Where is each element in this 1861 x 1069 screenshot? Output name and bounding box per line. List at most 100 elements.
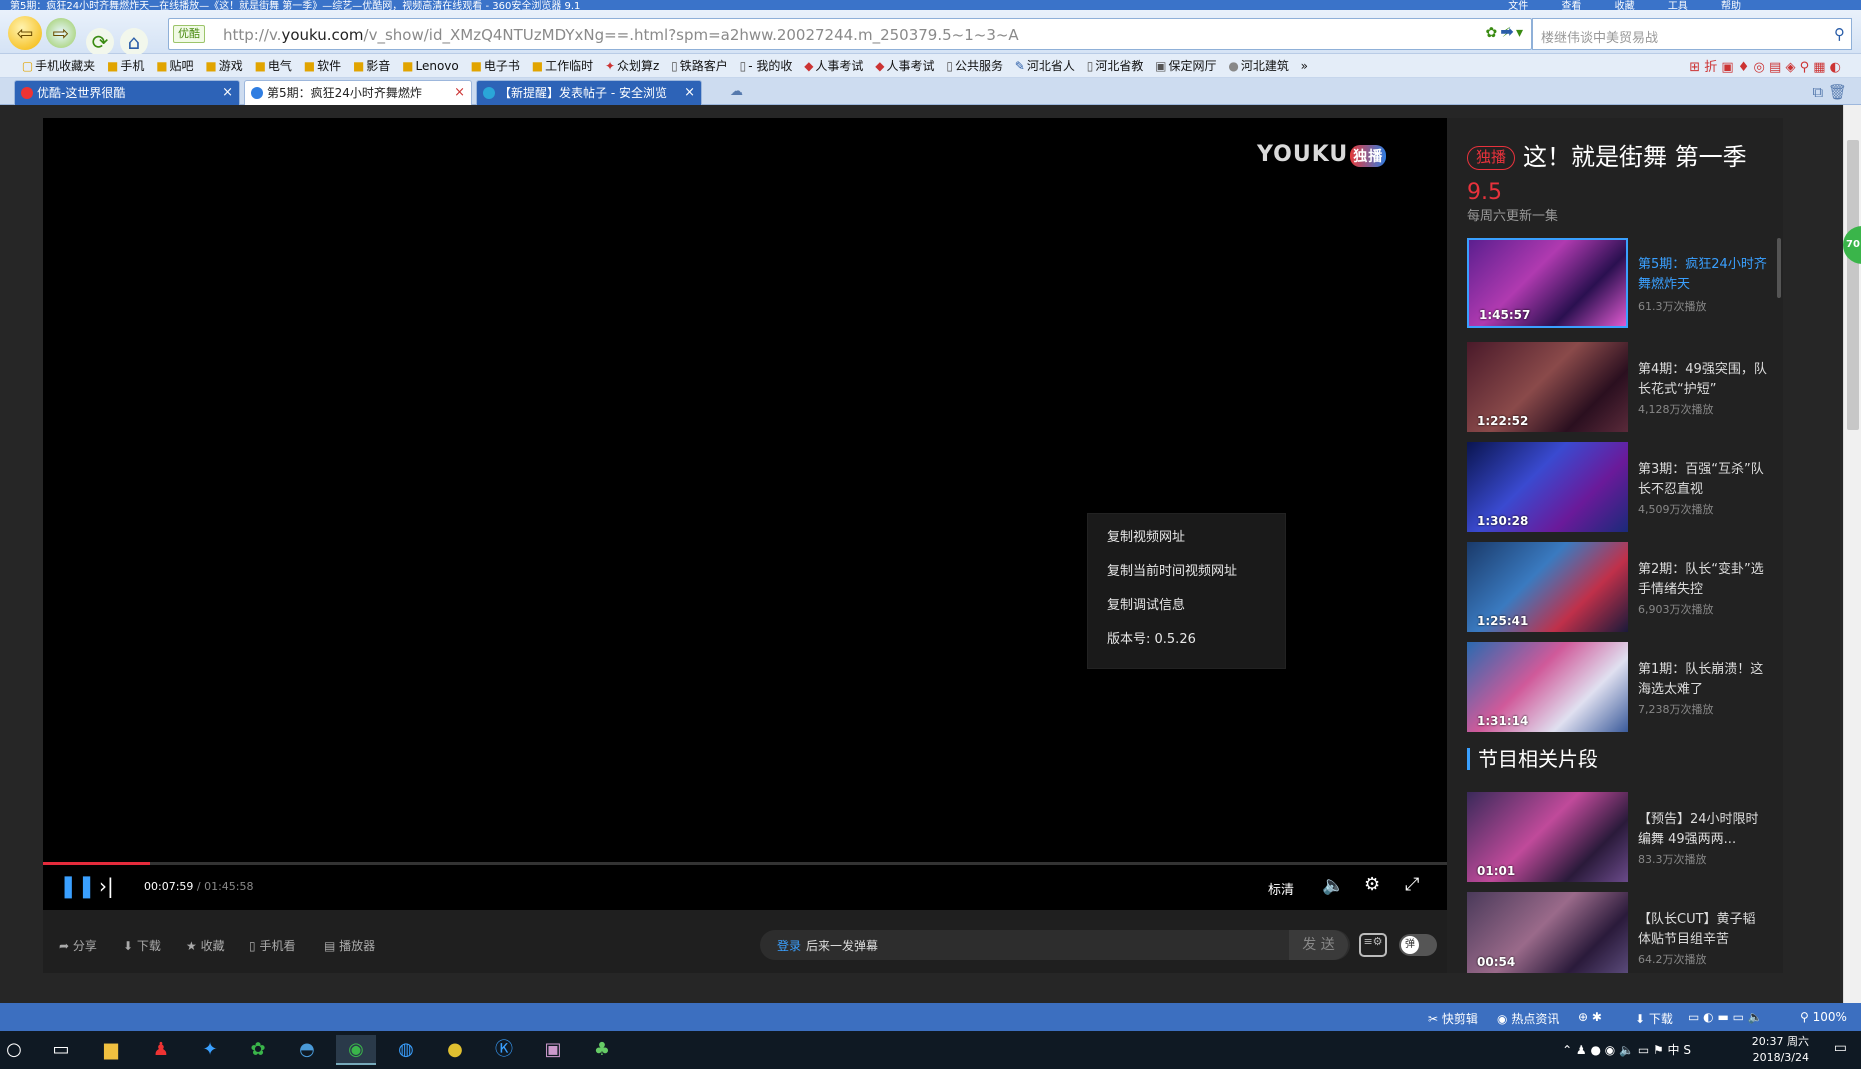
- update-schedule: 每周六更新一集: [1467, 209, 1559, 224]
- qq-icon[interactable]: ♟: [141, 1035, 181, 1065]
- trash-icon[interactable]: 🗑: [1828, 83, 1847, 101]
- volume-icon[interactable]: 🔈: [1322, 875, 1344, 896]
- sidebar-scrollbar[interactable]: [1777, 238, 1781, 298]
- bookmark-item[interactable]: ■ 游戏: [205, 54, 242, 77]
- menu-tools[interactable]: 工具: [1668, 1, 1688, 10]
- file-explorer-icon[interactable]: ▆: [91, 1035, 131, 1065]
- search-box[interactable]: 楼继伟谈中美贸易战 ⚲: [1532, 18, 1852, 50]
- show-name[interactable]: 这！就是街舞 第一季: [1523, 143, 1747, 171]
- system-clock[interactable]: 20:37 周六 2018/3/24: [1752, 1034, 1809, 1066]
- menu-view[interactable]: 查看: [1561, 1, 1581, 10]
- bookmark-item[interactable]: ▢ 手机收藏夹: [22, 54, 95, 77]
- bookmark-item[interactable]: ■ 电气: [255, 54, 292, 77]
- notification-icon[interactable]: ▭: [1834, 1040, 1847, 1056]
- bookmark-item[interactable]: ▣ 保定网厅: [1155, 54, 1216, 77]
- menu-copy-debug-info[interactable]: 复制调试信息: [1088, 589, 1285, 623]
- app-game-icon[interactable]: ▣: [533, 1035, 573, 1065]
- app-k-icon[interactable]: Ⓚ: [484, 1035, 524, 1065]
- bookmark-item[interactable]: ▯ 公共服务: [946, 54, 1003, 77]
- bookmark-item[interactable]: ▯ 河北省教: [1087, 54, 1144, 77]
- close-tab-icon[interactable]: ×: [454, 81, 465, 105]
- search-icon[interactable]: ⚲: [1834, 25, 1845, 43]
- danmu-input[interactable]: 登录 后来一发弹幕: [760, 930, 1350, 960]
- bookmark-item[interactable]: ■ 电子书: [471, 54, 520, 77]
- bookmarks-more-icon[interactable]: »: [1301, 54, 1308, 77]
- episode-item[interactable]: 1:30:28 第3期：百强“互杀”队长不忍直视 4,509万次播放: [1467, 442, 1777, 532]
- bookmark-item[interactable]: ◆ 人事考试: [875, 54, 934, 77]
- login-link[interactable]: 登录: [777, 937, 801, 954]
- player-app-button[interactable]: ▤ 播放器: [324, 937, 375, 954]
- bookmark-item[interactable]: ■ 手机: [107, 54, 144, 77]
- status-misc-icons[interactable]: ▭ ◐ ▬ ▭ 🔈: [1688, 1010, 1763, 1024]
- restore-tabs-icon[interactable]: ⧉: [1812, 83, 1823, 101]
- menu-copy-time-url[interactable]: 复制当前时间视频网址: [1088, 555, 1285, 589]
- menu-file[interactable]: 文件: [1508, 1, 1528, 10]
- app-q-icon[interactable]: ◍: [386, 1035, 426, 1065]
- close-tab-icon[interactable]: ×: [684, 81, 695, 105]
- forward-button[interactable]: ⇨: [46, 18, 76, 48]
- app-network-icon[interactable]: ♣: [582, 1035, 622, 1065]
- address-url[interactable]: http://v.youku.com/v_show/id_XMzQ4NTUzMD…: [223, 26, 1019, 44]
- episode-item[interactable]: 1:31:14 第1期：队长崩溃！这海选太难了 7,238万次播放: [1467, 642, 1777, 732]
- bookmark-item[interactable]: ● 河北建筑: [1228, 54, 1289, 77]
- back-button[interactable]: ⇦: [8, 16, 42, 50]
- browser-360-icon[interactable]: ◉: [336, 1035, 376, 1065]
- bookmark-item[interactable]: ■ 工作临时: [532, 54, 593, 77]
- episode-item[interactable]: 1:45:57 第5期：疯狂24小时齐舞燃炸天 61.3万次播放: [1467, 238, 1777, 328]
- app-bird-icon[interactable]: ◓: [287, 1035, 327, 1065]
- bookmark-item[interactable]: ◆ 人事考试: [804, 54, 863, 77]
- clip-item[interactable]: 00:54 【队长CUT】黄子韬体贴节目组辛苦 64.2万次播放: [1467, 892, 1777, 973]
- download-button[interactable]: ⬇ 下载: [123, 937, 161, 954]
- share-button[interactable]: ➦ 分享: [59, 937, 97, 954]
- bookmark-item[interactable]: ✦ 众划算z: [605, 54, 659, 77]
- clip-item[interactable]: 01:01 【预告】24小时限时编舞 49强两两... 83.3万次播放: [1467, 792, 1777, 882]
- favorite-button[interactable]: ★ 收藏: [186, 937, 225, 954]
- bookmark-item[interactable]: ■ 贴吧: [156, 54, 193, 77]
- app-ball-icon[interactable]: ●: [435, 1035, 475, 1065]
- danmu-toggle[interactable]: 弹: [1399, 934, 1437, 956]
- status-zoom[interactable]: ⚲ 100%: [1800, 1010, 1847, 1024]
- fullscreen-icon[interactable]: ⤢: [1405, 874, 1419, 895]
- home-button[interactable]: ⌂: [120, 28, 148, 56]
- address-bar[interactable]: 优酷 http://v.youku.com/v_show/id_XMzQ4NTU…: [168, 18, 1532, 50]
- wechat-icon[interactable]: ✿: [238, 1035, 278, 1065]
- menu-help[interactable]: 帮助: [1721, 1, 1741, 10]
- episode-item[interactable]: 1:22:52 第4期：49强突围，队长花式“护短” 4,128万次播放: [1467, 342, 1777, 432]
- bookmark-item[interactable]: ■ Lenovo: [402, 54, 459, 77]
- scrollbar-thumb[interactable]: [1847, 140, 1859, 430]
- app-star-icon[interactable]: ✦: [190, 1035, 230, 1065]
- episode-item[interactable]: 1:25:41 第2期：队长“变卦”选手情绪失控 6,903万次播放: [1467, 542, 1777, 632]
- pause-icon[interactable]: ❚❚: [59, 874, 96, 899]
- refresh-button[interactable]: ⟳: [86, 28, 114, 56]
- send-danmu-button[interactable]: 发 送: [1289, 930, 1348, 960]
- tab-forum-post[interactable]: 【新提醒】发表帖子 - 安全浏览 ×: [476, 80, 702, 105]
- logo-text: YOUKU: [1257, 142, 1349, 167]
- status-quick-edit[interactable]: ✂ 快剪辑: [1428, 1010, 1478, 1027]
- cortana-icon[interactable]: ○: [0, 1035, 34, 1065]
- go-button[interactable]: ➡: [1492, 22, 1522, 46]
- task-view-icon[interactable]: ▭: [41, 1035, 81, 1065]
- next-icon[interactable]: ›|: [99, 874, 114, 898]
- bookmark-item[interactable]: ✎ 河北省人: [1015, 54, 1075, 77]
- status-download[interactable]: ⬇ 下载: [1635, 1010, 1673, 1027]
- bookmark-item[interactable]: ■ 影音: [353, 54, 390, 77]
- status-tool-icons[interactable]: ⊕ ✱: [1578, 1010, 1602, 1024]
- zoom-icon: ⚲: [1800, 1010, 1809, 1024]
- danmu-settings-icon[interactable]: ≡⚙: [1359, 933, 1387, 957]
- tab-youku-home[interactable]: 优酷-这世界很酷 ×: [14, 80, 240, 105]
- extension-icons[interactable]: ⊞ 折 ▣ ♦ ◎ ▤ ◈ ⚲ ▦ ◐: [1689, 56, 1841, 75]
- new-tab-icon[interactable]: ☁: [730, 84, 743, 99]
- close-tab-icon[interactable]: ×: [222, 81, 233, 105]
- system-tray[interactable]: ⌃ ♟ ● ◉ 🔈 ▭ ⚑ 中 S: [1562, 1041, 1691, 1058]
- quality-button[interactable]: 标清: [1268, 879, 1294, 898]
- menu-favorites[interactable]: 收藏: [1615, 1, 1635, 10]
- bookmark-item[interactable]: ▯ - 我的收: [740, 54, 793, 77]
- menu-copy-video-url[interactable]: 复制视频网址: [1088, 521, 1285, 555]
- status-hot-news[interactable]: ◉ 热点资讯: [1497, 1010, 1559, 1027]
- tab-tools[interactable]: ⧉ 🗑: [1812, 83, 1847, 101]
- bookmark-item[interactable]: ■ 软件: [304, 54, 341, 77]
- bookmark-item[interactable]: ▯ 铁路客户: [671, 54, 728, 77]
- tab-current-video[interactable]: 第5期：疯狂24小时齐舞燃炸 ×: [244, 80, 472, 105]
- settings-gear-icon[interactable]: ⚙: [1364, 874, 1380, 895]
- mobile-watch-button[interactable]: ▯ 手机看: [249, 937, 295, 954]
